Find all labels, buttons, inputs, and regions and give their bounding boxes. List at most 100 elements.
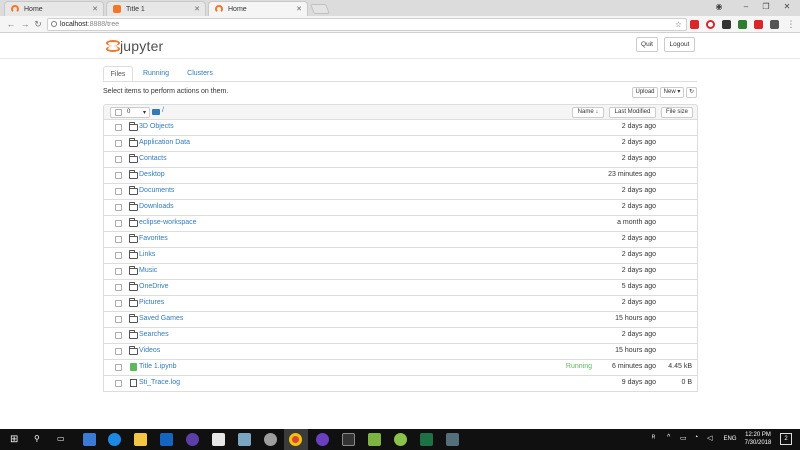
calculator-icon[interactable] xyxy=(342,433,355,446)
file-list-row[interactable]: Sti_Trace.log 9 days ago 0 B xyxy=(103,376,698,392)
excel-icon[interactable] xyxy=(420,433,433,446)
app-icon[interactable] xyxy=(446,433,459,446)
file-list-row[interactable]: Searches 2 days ago xyxy=(103,328,698,344)
minimize-icon[interactable]: – xyxy=(738,1,754,13)
pdf-extension-icon[interactable] xyxy=(722,20,731,29)
app-icon[interactable] xyxy=(160,433,173,446)
clock-time[interactable]: 12:20 PM xyxy=(744,432,772,438)
file-explorer-icon[interactable] xyxy=(134,433,147,446)
store-icon[interactable] xyxy=(83,433,96,446)
row-checkbox[interactable] xyxy=(115,188,122,195)
maximize-icon[interactable]: ❐ xyxy=(758,1,774,13)
opera-extension-icon[interactable] xyxy=(706,20,715,29)
item-name-link[interactable]: Application Data xyxy=(139,139,190,146)
window-close-icon[interactable]: ✕ xyxy=(779,1,795,13)
row-checkbox[interactable] xyxy=(115,220,122,227)
sort-last-modified-button[interactable]: Last Modified xyxy=(609,107,656,118)
extension-icon[interactable] xyxy=(690,20,699,29)
row-checkbox[interactable] xyxy=(115,140,122,147)
bookmark-star-icon[interactable]: ☆ xyxy=(675,19,682,30)
people-icon[interactable]: ᴿ xyxy=(652,435,655,442)
row-checkbox[interactable] xyxy=(115,380,122,387)
edge-icon[interactable] xyxy=(108,433,121,446)
item-name-link[interactable]: Music xyxy=(139,267,157,274)
chrome-icon[interactable] xyxy=(289,433,302,446)
row-checkbox[interactable] xyxy=(115,204,122,211)
item-name-link[interactable]: Documents xyxy=(139,187,174,194)
upload-button[interactable]: Upload xyxy=(632,87,658,98)
item-name-link[interactable]: Favorites xyxy=(139,235,168,242)
item-name-link[interactable]: Searches xyxy=(139,331,169,338)
app-icon[interactable] xyxy=(238,433,251,446)
network-icon[interactable]: ◔ xyxy=(694,434,698,441)
notification-center-icon[interactable]: 2 xyxy=(780,433,792,445)
sort-name-button[interactable]: Name ↓ xyxy=(572,107,604,118)
app-icon[interactable] xyxy=(264,433,277,446)
tab-clusters[interactable]: Clusters xyxy=(180,66,220,81)
jupyter-logo[interactable]: jupyter xyxy=(106,38,163,54)
reload-icon[interactable]: ↻ xyxy=(33,19,43,29)
chevron-up-icon[interactable]: ^ xyxy=(667,434,670,441)
row-checkbox[interactable] xyxy=(115,172,122,179)
row-checkbox[interactable] xyxy=(115,364,122,371)
file-list-row[interactable]: OneDrive 5 days ago xyxy=(103,280,698,296)
breadcrumb[interactable]: / xyxy=(162,107,164,114)
file-list-row[interactable]: Pictures 2 days ago xyxy=(103,296,698,312)
file-list-row[interactable]: Contacts 2 days ago xyxy=(103,152,698,168)
item-name-link[interactable]: Desktop xyxy=(139,171,165,178)
clock-date[interactable]: 7/30/2018 xyxy=(744,440,772,446)
file-list-row[interactable]: Music 2 days ago xyxy=(103,264,698,280)
file-list-row[interactable]: Saved Games 15 hours ago xyxy=(103,312,698,328)
sort-file-size-button[interactable]: File size xyxy=(661,107,693,118)
app-icon[interactable] xyxy=(394,433,407,446)
select-all-checkbox[interactable] xyxy=(115,109,122,116)
app-icon[interactable] xyxy=(186,433,199,446)
item-name-link[interactable]: Videos xyxy=(139,347,160,354)
close-icon[interactable]: ✕ xyxy=(192,5,202,13)
item-name-link[interactable]: Contacts xyxy=(139,155,167,162)
app-icon[interactable] xyxy=(212,433,225,446)
select-all-dropdown[interactable]: 0 ▾ xyxy=(110,107,150,118)
row-checkbox[interactable] xyxy=(115,252,122,259)
item-name-link[interactable]: Title 1.ipynb xyxy=(139,363,176,370)
row-checkbox[interactable] xyxy=(115,332,122,339)
file-list-row[interactable]: Links 2 days ago xyxy=(103,248,698,264)
file-list-row[interactable]: Title 1.ipynb Running 6 minutes ago 4.45 kB xyxy=(103,360,698,376)
file-list-row[interactable]: eclipse-workspace a month ago xyxy=(103,216,698,232)
browser-tab-home-1[interactable]: Home ✕ xyxy=(4,1,104,16)
file-list-row[interactable]: Documents 2 days ago xyxy=(103,184,698,200)
tab-files[interactable]: Files xyxy=(103,66,133,81)
browser-menu-icon[interactable]: ⋮ xyxy=(786,19,796,29)
refresh-button[interactable]: ↻ xyxy=(686,87,697,98)
file-list-row[interactable]: Desktop 23 minutes ago xyxy=(103,168,698,184)
battery-icon[interactable]: ▭ xyxy=(680,434,687,442)
item-name-link[interactable]: Pictures xyxy=(139,299,164,306)
row-checkbox[interactable] xyxy=(115,156,122,163)
item-name-link[interactable]: Sti_Trace.log xyxy=(139,379,180,386)
back-icon[interactable]: ← xyxy=(6,19,16,29)
app-icon[interactable] xyxy=(316,433,329,446)
item-name-link[interactable]: Saved Games xyxy=(139,315,183,322)
row-checkbox[interactable] xyxy=(115,316,122,323)
extension-icon[interactable] xyxy=(754,20,763,29)
new-tab-button[interactable] xyxy=(310,4,330,14)
item-name-link[interactable]: Downloads xyxy=(139,203,174,210)
address-bar[interactable]: localhost:8888/tree ☆ xyxy=(47,18,687,31)
app-icon[interactable] xyxy=(368,433,381,446)
close-icon[interactable]: ✕ xyxy=(90,5,100,13)
tab-running[interactable]: Running xyxy=(137,66,175,81)
item-name-link[interactable]: Links xyxy=(139,251,155,258)
extension-icon[interactable] xyxy=(738,20,747,29)
task-view-icon[interactable]: ▭ xyxy=(57,434,65,443)
volume-icon[interactable]: ◁ xyxy=(707,434,712,442)
file-list-row[interactable]: Application Data 2 days ago xyxy=(103,136,698,152)
language-indicator[interactable]: ENG xyxy=(722,436,738,442)
browser-tab-title-1[interactable]: Title 1 ✕ xyxy=(106,1,206,16)
forward-icon[interactable]: → xyxy=(20,19,30,29)
item-name-link[interactable]: eclipse-workspace xyxy=(139,219,197,226)
row-checkbox[interactable] xyxy=(115,300,122,307)
file-list-row[interactable]: Favorites 2 days ago xyxy=(103,232,698,248)
windows-start-icon[interactable]: ⊞ xyxy=(10,434,18,445)
row-checkbox[interactable] xyxy=(115,284,122,291)
extension-icon[interactable] xyxy=(770,20,779,29)
